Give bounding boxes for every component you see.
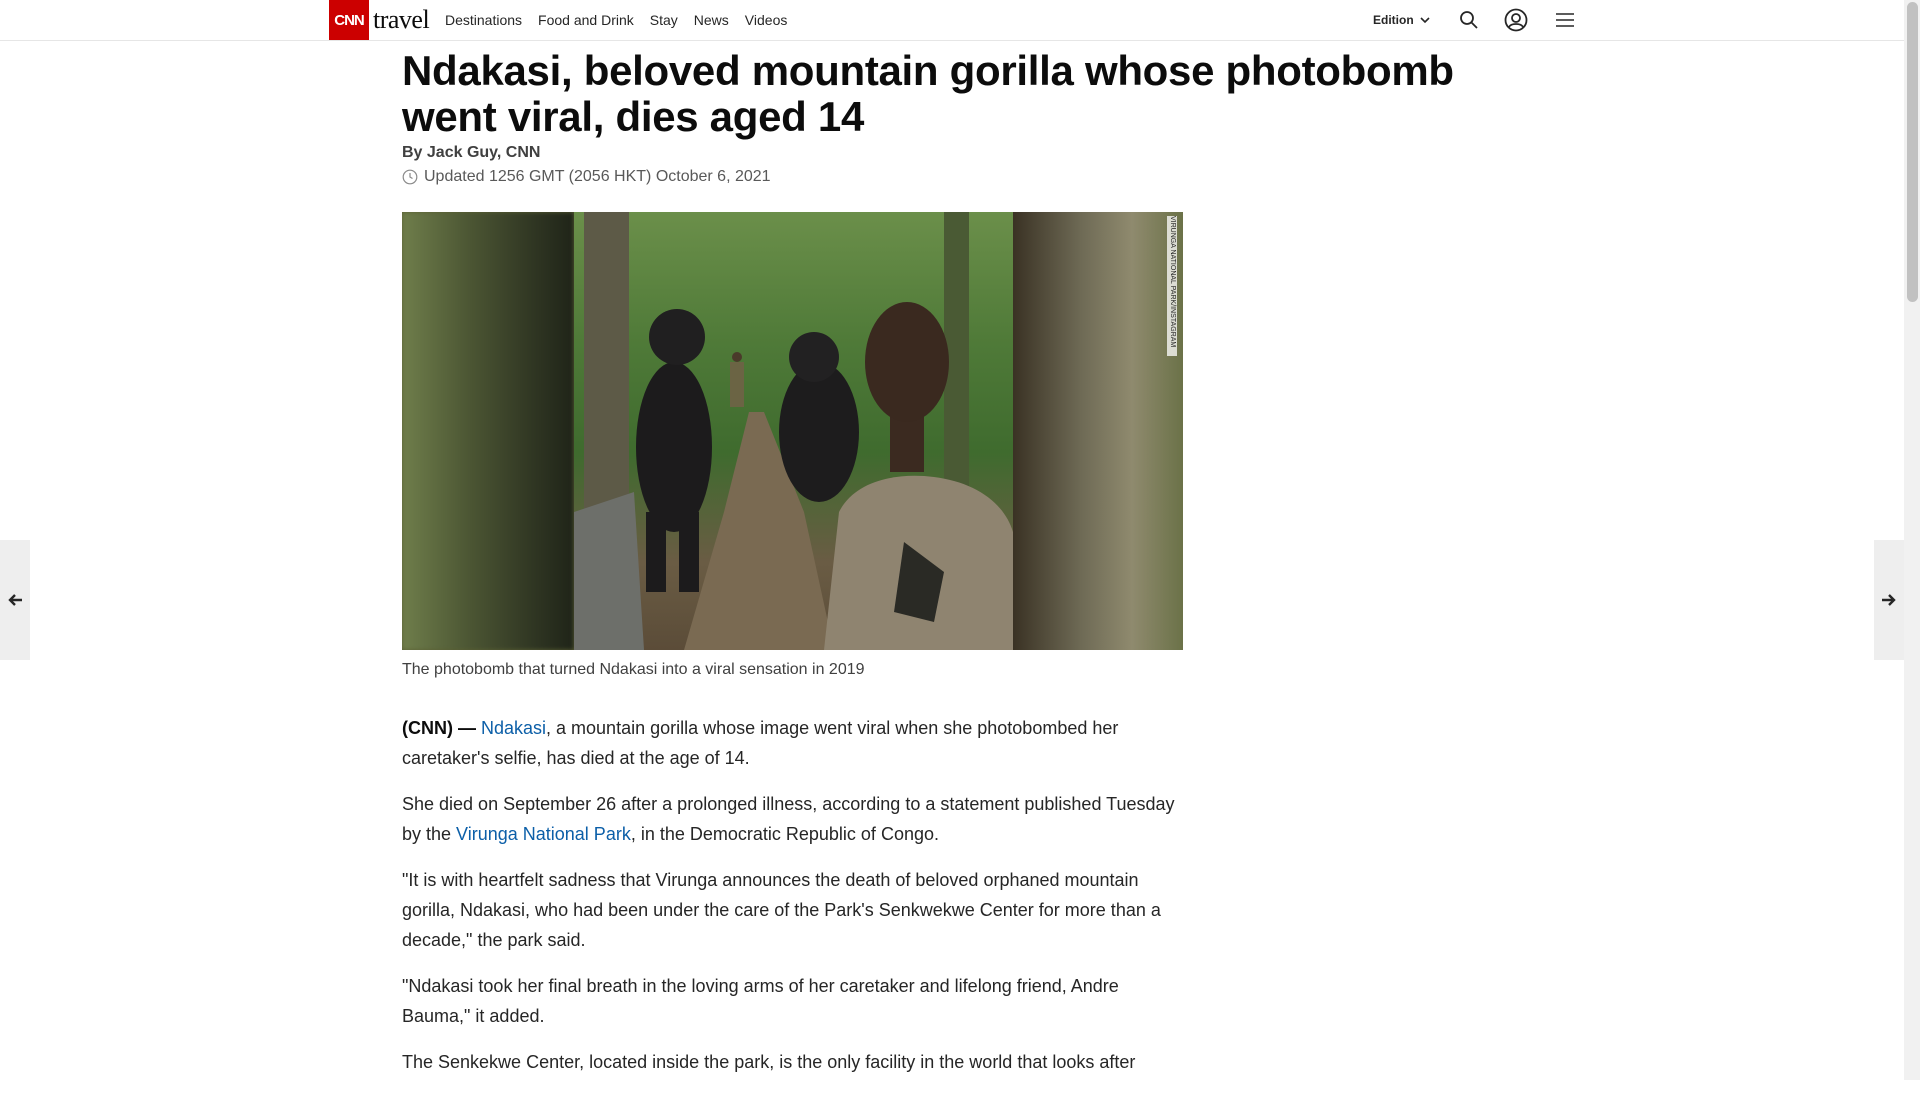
virunga-link[interactable]: Virunga National Park [456, 824, 631, 844]
nav-news[interactable]: News [694, 12, 729, 28]
clock-icon [402, 169, 418, 185]
edition-selector[interactable]: Edition [1373, 11, 1430, 29]
travel-section-logo[interactable]: travel [373, 4, 430, 36]
article-headline: Ndakasi, beloved mountain gorilla whose … [402, 47, 1454, 140]
article-byline: By Jack Guy, CNN [402, 144, 541, 161]
edition-label: Edition [1373, 13, 1414, 27]
photo-blur-right [1013, 212, 1183, 650]
paragraph: "Ndakasi took her final breath in the lo… [402, 976, 1119, 1026]
paragraph-text: , in the Democratic Republic of Congo. [630, 824, 939, 844]
next-article-button[interactable] [1874, 540, 1904, 660]
nav-destinations[interactable]: Destinations [445, 12, 522, 28]
nav-food-and-drink[interactable]: Food and Drink [538, 12, 634, 28]
page-scrollbar[interactable] [1904, 0, 1920, 1080]
paragraph: (CNN) — Ndakasi, a mountain gorilla whos… [402, 713, 1182, 773]
menu-icon[interactable] [1553, 8, 1577, 32]
ndakasi-link[interactable]: Ndakasi [481, 718, 546, 738]
arrow-left-icon [8, 594, 22, 606]
photo-blur-left [402, 212, 574, 650]
account-icon[interactable] [1504, 8, 1528, 32]
previous-article-button[interactable] [0, 540, 30, 660]
cnn-logo[interactable]: CNN [329, 0, 369, 40]
site-header: CNN travel Destinations Food and Drink S… [0, 0, 1904, 41]
nav-videos[interactable]: Videos [745, 12, 788, 28]
paragraph: The Senkekwe Center, located inside the … [402, 1052, 1136, 1072]
scrollbar-thumb[interactable] [1907, 2, 1918, 302]
arrow-right-icon [1882, 594, 1896, 606]
article-body: (CNN) — Ndakasi, a mountain gorilla whos… [402, 713, 1182, 1093]
image-credit: VIRUNGA NATIONAL PARK/INSTAGRAM [1167, 216, 1177, 356]
photo-gorilla-selfie [574, 212, 1013, 650]
nav-stay[interactable]: Stay [650, 12, 678, 28]
dateline: (CNN) — [402, 718, 481, 738]
updated-text: Updated 1256 GMT (2056 HKT) October 6, 2… [424, 168, 771, 185]
paragraph: "It is with heartfelt sadness that Virun… [402, 870, 1161, 950]
gorilla-selfie-illustration [574, 212, 1013, 650]
article-timestamp: Updated 1256 GMT (2056 HKT) October 6, 2… [402, 168, 771, 186]
main-nav: Destinations Food and Drink Stay News Vi… [445, 0, 803, 40]
chevron-down-icon [1420, 16, 1430, 23]
paragraph: She died on September 26 after a prolong… [402, 789, 1182, 849]
article-photo[interactable]: VIRUNGA NATIONAL PARK/INSTAGRAM [402, 212, 1183, 650]
photo-caption: The photobomb that turned Ndakasi into a… [402, 661, 865, 678]
search-icon[interactable] [1457, 8, 1481, 32]
